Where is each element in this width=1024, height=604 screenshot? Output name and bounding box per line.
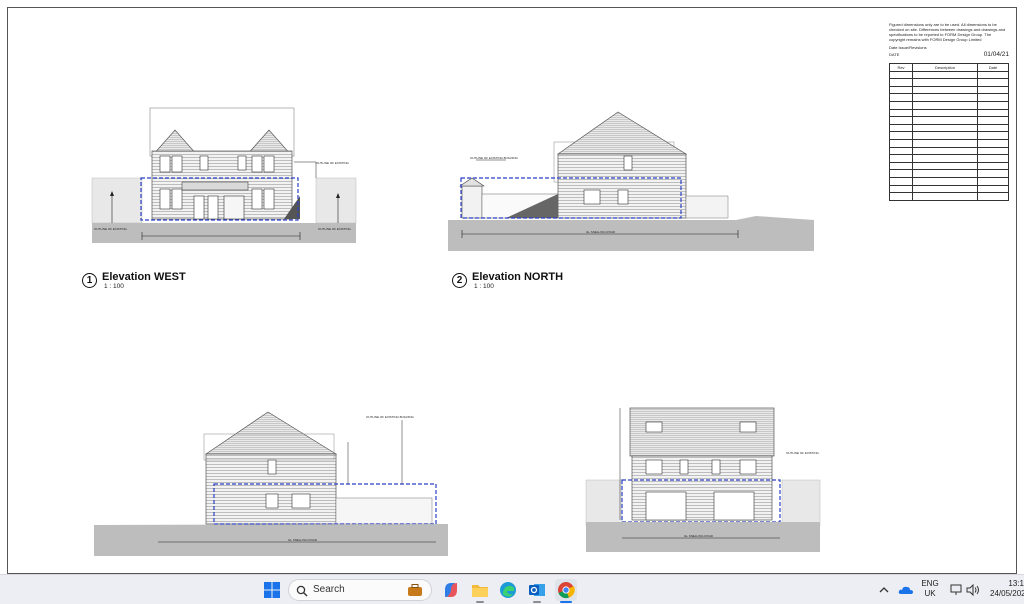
taskbar: Search ENG UK 13:1 24/05/202 (0, 574, 1024, 604)
date-label: DATE (889, 52, 900, 57)
svg-text:OUTLINE OF EXISTING BUILDING: OUTLINE OF EXISTING BUILDING (470, 156, 519, 160)
search-icon (296, 584, 308, 602)
copilot-icon[interactable] (440, 579, 462, 601)
revision-table: Rev Description Date (889, 63, 1009, 201)
elevation-west-label: 1 Elevation WEST 1 : 100 (82, 271, 186, 290)
chevron-up-icon[interactable] (873, 579, 895, 601)
language-code: ENG (921, 579, 939, 588)
volume-icon[interactable] (962, 579, 984, 601)
title-block: Figured dimensions only are to be used. … (889, 22, 1009, 201)
edge-browser-icon[interactable] (497, 579, 519, 601)
elevation-number-badge: 2 (452, 273, 467, 288)
elevation-title: Elevation NORTH (472, 271, 564, 283)
outlook-icon[interactable] (526, 579, 548, 601)
keyboard-layout: UK (924, 589, 936, 598)
title-block-notes: Figured dimensions only are to be used. … (889, 22, 1006, 42)
svg-text:GL SNELLING ROAD: GL SNELLING ROAD (684, 534, 714, 538)
svg-text:GL SNELLING ROAD: GL SNELLING ROAD (586, 230, 616, 234)
svg-text:OUTLINE OF EXISTING: OUTLINE OF EXISTING (316, 161, 350, 165)
elevation-north-drawing: OUTLINE OF EXISTING BUILDING GL SNELLING… (448, 111, 814, 251)
svg-text:OUTLINE OF EXISTING BUILDING: OUTLINE OF EXISTING BUILDING (366, 415, 415, 419)
svg-text:OUTLINE OF EXISTING: OUTLINE OF EXISTING (94, 227, 128, 231)
elevation-east-drawing: GL SNELLING ROAD OUTLINE OF EXISTING (585, 407, 821, 552)
rev-header: Rev (889, 63, 913, 72)
elevation-south-drawing: GL SNELLING ROAD OUTLINE OF EXISTING BUI… (94, 411, 448, 556)
elevation-number-badge: 1 (82, 273, 97, 288)
search-placeholder: Search (313, 584, 345, 595)
file-explorer-icon[interactable] (469, 579, 491, 601)
elevation-scale: 1 : 100 (104, 283, 124, 290)
svg-text:OUTLINE OF EXISTING: OUTLINE OF EXISTING (318, 227, 352, 231)
clock[interactable]: 13:1 24/05/202 (990, 579, 1024, 599)
clock-time: 13:1 (1008, 579, 1024, 588)
svg-text:GL SNELLING ROAD: GL SNELLING ROAD (288, 538, 318, 542)
chrome-icon[interactable] (555, 579, 577, 601)
onedrive-sync-icon[interactable] (895, 579, 917, 601)
issue-label: Date Issue/Revisions (889, 45, 927, 50)
windows-start-icon[interactable] (261, 579, 283, 601)
language-indicator[interactable]: ENG UK (918, 579, 942, 599)
svg-text:OUTLINE OF EXISTING: OUTLINE OF EXISTING (786, 451, 820, 455)
taskbar-search-box[interactable]: Search (288, 579, 432, 601)
elevation-west-drawing: OUTLINE OF EXISTING OUTLINE OF EXISTING … (91, 107, 357, 243)
date-value: 01/04/21 (983, 51, 1009, 58)
elevation-north-label: 2 Elevation NORTH 1 : 100 (452, 271, 563, 290)
elevation-title: Elevation WEST (102, 271, 186, 283)
description-header: Description (912, 63, 978, 72)
elevation-scale: 1 : 100 (474, 283, 494, 290)
date-header: Date (977, 63, 1009, 72)
briefcase-icon (407, 583, 423, 602)
clock-date: 24/05/202 (990, 589, 1024, 598)
